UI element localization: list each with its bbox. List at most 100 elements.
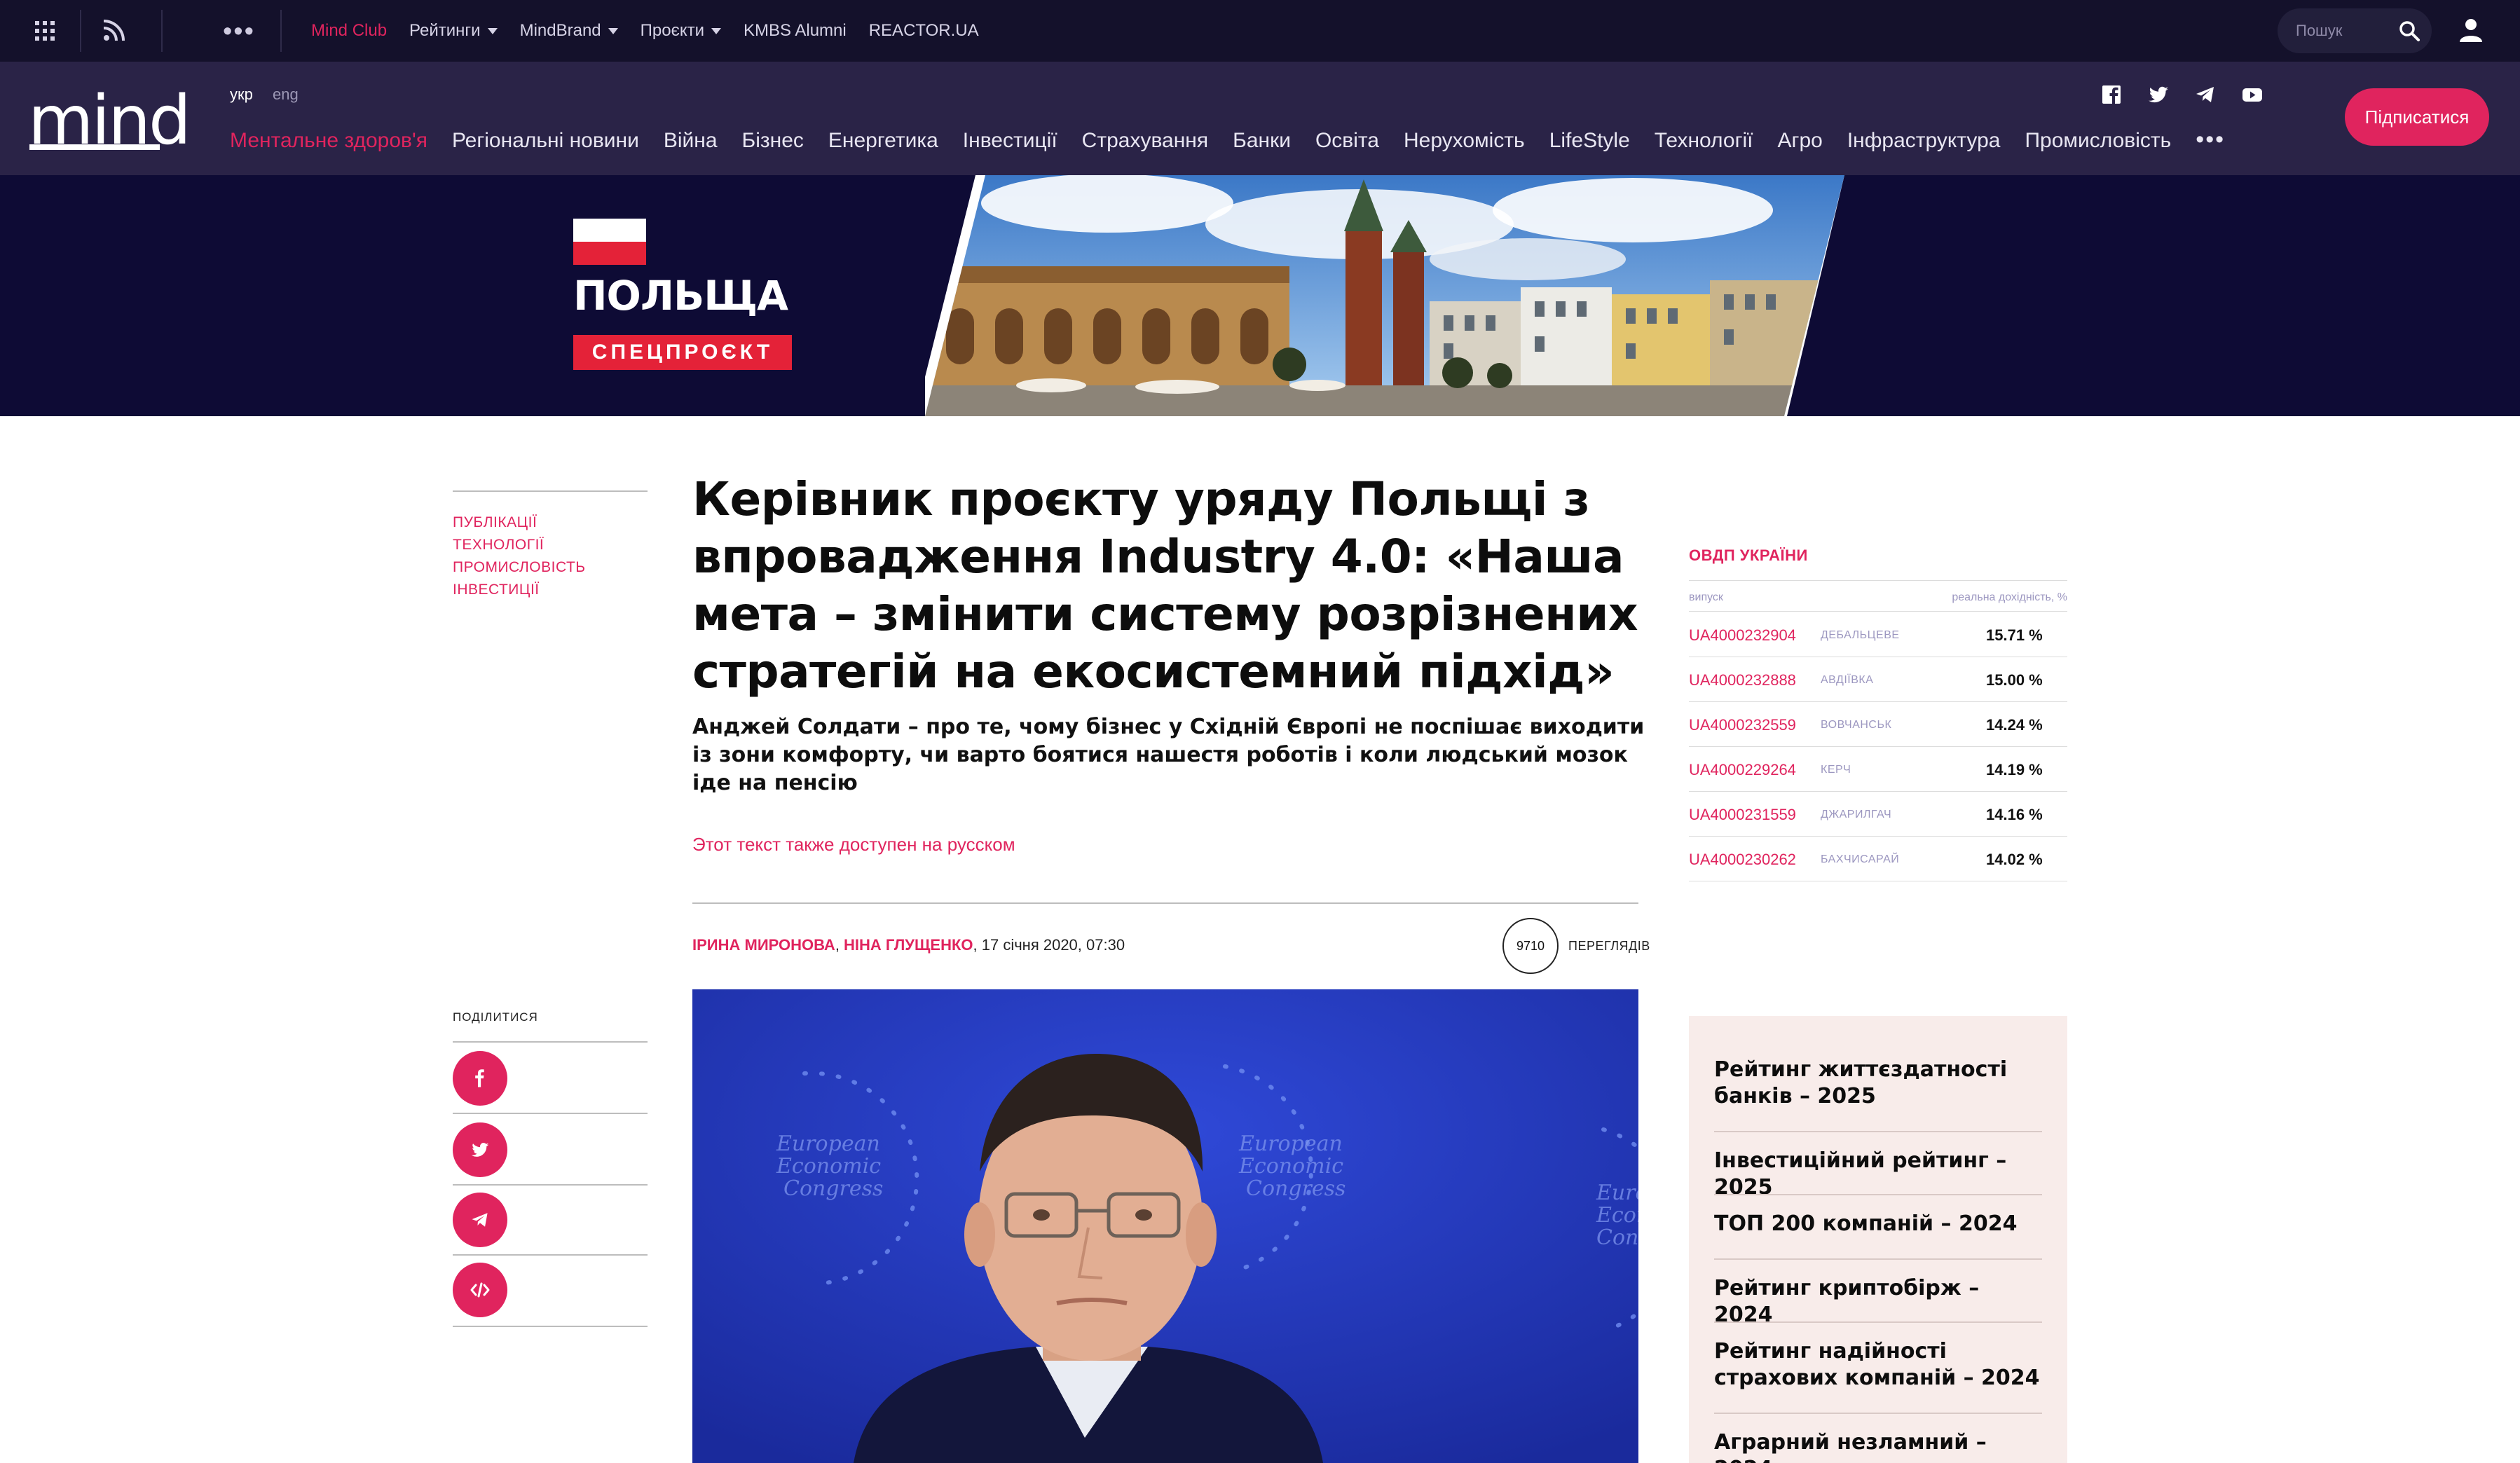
article-title: Керівник проєкту уряду Польщі з впровадж…	[692, 472, 1638, 699]
category-link[interactable]: Промисловість	[453, 556, 586, 579]
nav-item-infrastructure[interactable]: Інфраструктура	[1847, 129, 2001, 153]
svg-text:Congress: Congress	[1246, 1176, 1345, 1201]
topnav-item-projects[interactable]: Проєкти	[641, 21, 721, 41]
topnav-item-reactor[interactable]: REACTOR.UA	[869, 21, 979, 41]
nav-item-investments[interactable]: Інвестиції	[963, 129, 1057, 153]
author-link[interactable]: Ніна Глущенко	[844, 936, 973, 954]
lang-ukr[interactable]: укр	[230, 85, 253, 103]
divider	[280, 10, 282, 52]
bond-name: Джарилгач	[1821, 809, 1892, 820]
author-link[interactable]: Ірина Миронова	[692, 936, 835, 954]
more-icon[interactable]: •••	[2196, 128, 2225, 153]
krakow-photo	[925, 175, 1844, 416]
logo-underline	[29, 144, 160, 150]
apps-grid-icon[interactable]	[34, 20, 56, 42]
share-facebook-button[interactable]	[453, 1051, 507, 1106]
more-icon[interactable]: •••	[223, 18, 254, 45]
nav-item-mental-health[interactable]: Ментальне здоров'я	[230, 129, 427, 153]
top-nav: Mind Club Рейтинги MindBrand Проєкти KMB…	[311, 0, 1001, 62]
nav-item-banks[interactable]: Банки	[1233, 129, 1291, 153]
nav-item-technology[interactable]: Технології	[1655, 129, 1753, 153]
divider	[1714, 1258, 2042, 1260]
table-row[interactable]: UA4000231559 Джарилгач 14.16 %	[1689, 792, 2067, 837]
search-icon[interactable]	[2398, 20, 2420, 42]
rating-link[interactable]: Інвестиційний рейтинг – 2025	[1714, 1148, 2042, 1201]
twitter-icon	[471, 1143, 489, 1157]
table-row[interactable]: UA4000232888 Авдіївка 15.00 %	[1689, 657, 2067, 702]
divider	[161, 10, 163, 52]
chevron-down-icon	[487, 28, 498, 35]
lang-eng[interactable]: eng	[273, 85, 299, 103]
special-project-banner[interactable]: ПОЛЬЩА СПЕЦПРОЄКТ	[0, 175, 2520, 416]
svg-text:European: European	[776, 1132, 880, 1156]
nav-item-energy[interactable]: Енергетика	[828, 129, 938, 153]
rating-link[interactable]: Аграрний незламний – 2024	[1714, 1429, 2042, 1463]
bonds-widget-title[interactable]: ОВДП УКРАЇНИ	[1689, 547, 1808, 565]
bond-yield: 14.02 %	[1986, 851, 2043, 868]
table-row[interactable]: UA4000232904 Дебальцеве 15.71 %	[1689, 612, 2067, 657]
byline: Ірина Миронова, Ніна Глущенко, 17 січня …	[692, 936, 1125, 954]
table-row[interactable]: UA4000232559 Вовчанськ 14.24 %	[1689, 702, 2067, 747]
svg-text:European: European	[1238, 1132, 1343, 1156]
search-input[interactable]	[2296, 20, 2394, 42]
telegram-icon	[472, 1213, 488, 1227]
chevron-down-icon	[711, 28, 721, 35]
bond-yield: 14.16 %	[1986, 806, 2043, 823]
social-links	[2100, 83, 2287, 107]
site-header: mind укр eng Ментальне здоров'я Регіонал…	[0, 62, 2520, 175]
nav-item-industry[interactable]: Промисловість	[2025, 129, 2171, 153]
nav-item-real-estate[interactable]: Нерухомість	[1404, 129, 1525, 153]
rating-link[interactable]: Рейтинг криптобірж – 2024	[1714, 1275, 2042, 1328]
topnav-item-kmbs-alumni[interactable]: KMBS Alumni	[744, 21, 847, 41]
main-nav: Ментальне здоров'я Регіональні новини Ві…	[230, 128, 2225, 153]
telegram-icon[interactable]	[2193, 83, 2217, 107]
top-bar: ••• Mind Club Рейтинги MindBrand Проєкти…	[0, 0, 2520, 62]
topnav-item-mindbrand[interactable]: MindBrand	[520, 21, 618, 41]
rating-link[interactable]: Рейтинг життєздатності банків – 2025	[1714, 1057, 2042, 1110]
nav-item-war[interactable]: Війна	[664, 129, 718, 153]
nav-item-insurance[interactable]: Страхування	[1082, 129, 1208, 153]
nav-item-regional[interactable]: Регіональні новини	[452, 129, 639, 153]
topnav-label: Проєкти	[640, 21, 704, 40]
bond-name: Вовчанськ	[1821, 719, 1892, 731]
bond-name: Авдіївка	[1821, 674, 1874, 686]
subscribe-button[interactable]: Підписатися	[2345, 88, 2489, 146]
facebook-icon[interactable]	[2100, 83, 2123, 107]
bond-id: UA4000232904	[1689, 626, 1796, 644]
bonds-table-header: випуск реальна дохідність, %	[1689, 591, 2067, 604]
rating-link[interactable]: Рейтинг надійності страхових компаній – …	[1714, 1338, 2042, 1392]
divider	[1689, 611, 2067, 612]
bond-yield: 15.71 %	[1986, 626, 2043, 644]
divider	[453, 1254, 648, 1256]
nav-item-education[interactable]: Освіта	[1315, 129, 1379, 153]
banner-tag: СПЕЦПРОЄКТ	[573, 335, 792, 370]
category-link[interactable]: Технології	[453, 534, 586, 556]
category-link[interactable]: Публікації	[453, 511, 586, 534]
table-row[interactable]: UA4000229264 Керч 14.19 %	[1689, 747, 2067, 792]
topnav-item-ratings[interactable]: Рейтинги	[409, 21, 498, 41]
user-icon[interactable]	[2458, 17, 2484, 43]
bond-name: Дебальцеве	[1821, 629, 1900, 641]
rating-link[interactable]: ТОП 200 компаній – 2024	[1714, 1211, 2042, 1237]
topnav-item-mind-club[interactable]: Mind Club	[311, 21, 387, 41]
share-embed-button[interactable]	[453, 1263, 507, 1317]
bond-id: UA4000232888	[1689, 671, 1796, 689]
nav-item-business[interactable]: Бізнес	[742, 129, 804, 153]
russian-version-link[interactable]: Этот текст также доступен на русском	[692, 834, 1015, 856]
bond-yield: 14.19 %	[1986, 761, 2043, 778]
author-separator: ,	[835, 936, 844, 954]
svg-text:Econ: Econ	[1596, 1203, 1638, 1228]
youtube-icon[interactable]	[2240, 83, 2264, 107]
share-twitter-button[interactable]	[453, 1122, 507, 1177]
rss-icon[interactable]	[102, 18, 126, 42]
table-row[interactable]: UA4000230262 Бахчисарай 14.02 %	[1689, 837, 2067, 881]
nav-item-lifestyle[interactable]: LifeStyle	[1549, 129, 1630, 153]
share-telegram-button[interactable]	[453, 1193, 507, 1247]
nav-item-agro[interactable]: Агро	[1778, 129, 1823, 153]
twitter-icon[interactable]	[2146, 83, 2170, 107]
search-box	[2278, 8, 2432, 53]
category-link[interactable]: Інвестиції	[453, 579, 586, 601]
divider	[1714, 1131, 2042, 1132]
bond-yield: 14.24 %	[1986, 716, 2043, 734]
bond-name: Керч	[1821, 764, 1851, 776]
